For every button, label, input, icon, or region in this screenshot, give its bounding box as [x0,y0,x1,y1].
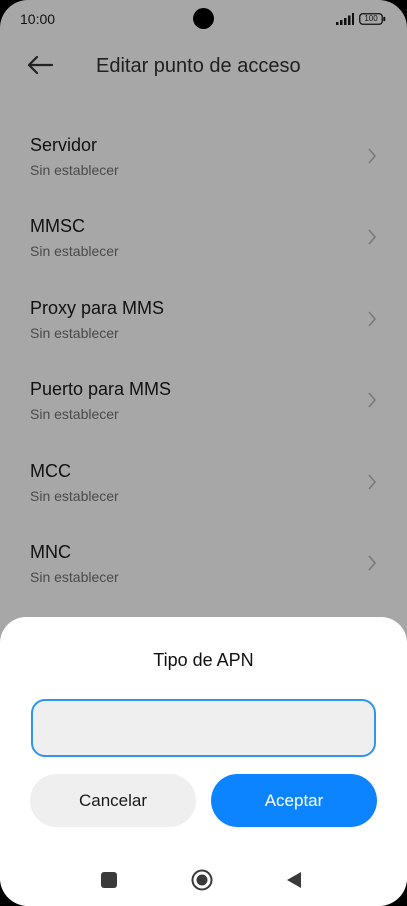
item-title: Servidor [30,135,98,155]
item-subtitle: Sin establecer [30,324,119,341]
arrow-left-icon[interactable] [24,50,58,80]
battery-level: 100 [364,14,378,23]
chevron-right-icon [368,148,377,164]
app-header: Editar punto de acceso [0,44,407,88]
navigation-bar [0,858,407,902]
screen: 10:00 100 Editar punto de acceso Servido… [0,0,407,906]
item-subtitle: Sin establecer [30,487,119,504]
home-circle-icon[interactable] [191,869,213,891]
dialog-title: Tipo de APN [153,650,254,670]
list-item-proxy-mms[interactable]: Proxy para MMS Sin establecer [0,285,407,366]
back-triangle-icon[interactable] [286,871,302,889]
list-item-puerto-mms[interactable]: Puerto para MMS Sin establecer [0,366,407,447]
item-subtitle: Sin establecer [30,568,119,585]
chevron-right-icon [368,229,377,245]
item-title: Proxy para MMS [30,297,165,318]
item-title: MNC [30,541,71,562]
signal-icon [336,13,354,25]
accept-button[interactable]: Aceptar [211,774,377,827]
item-title: Puerto para MMS [30,379,172,400]
list-item-mcc[interactable]: MCC Sin establecer [0,448,407,529]
list-item-mnc[interactable]: MNC Sin establecer [0,529,407,610]
item-subtitle: Sin establecer [30,406,119,423]
settings-list: Servidor Sin establecer MMSC Sin estable… [0,122,407,610]
apn-type-input[interactable] [31,699,376,757]
chevron-right-icon [368,311,377,327]
item-subtitle: Sin establecer [30,162,119,178]
page-title: Editar punto de acceso [96,55,301,77]
apn-type-dialog: Tipo de APN Cancelar Aceptar [0,617,407,906]
item-title: MCC [30,460,71,481]
recents-square-icon[interactable] [101,872,117,888]
status-bar: 10:00 100 [0,0,407,40]
item-subtitle: Sin establecer [30,243,119,260]
chevron-right-icon [368,392,377,408]
status-time: 10:00 [20,11,56,27]
chevron-right-icon [368,555,377,571]
camera-cutout [193,8,214,29]
list-item-servidor[interactable]: Servidor Sin establecer [0,122,407,203]
cancel-button[interactable]: Cancelar [30,774,196,827]
item-title: MMSC [30,216,85,237]
chevron-right-icon [368,474,377,490]
list-item-mmsc[interactable]: MMSC Sin establecer [0,203,407,284]
